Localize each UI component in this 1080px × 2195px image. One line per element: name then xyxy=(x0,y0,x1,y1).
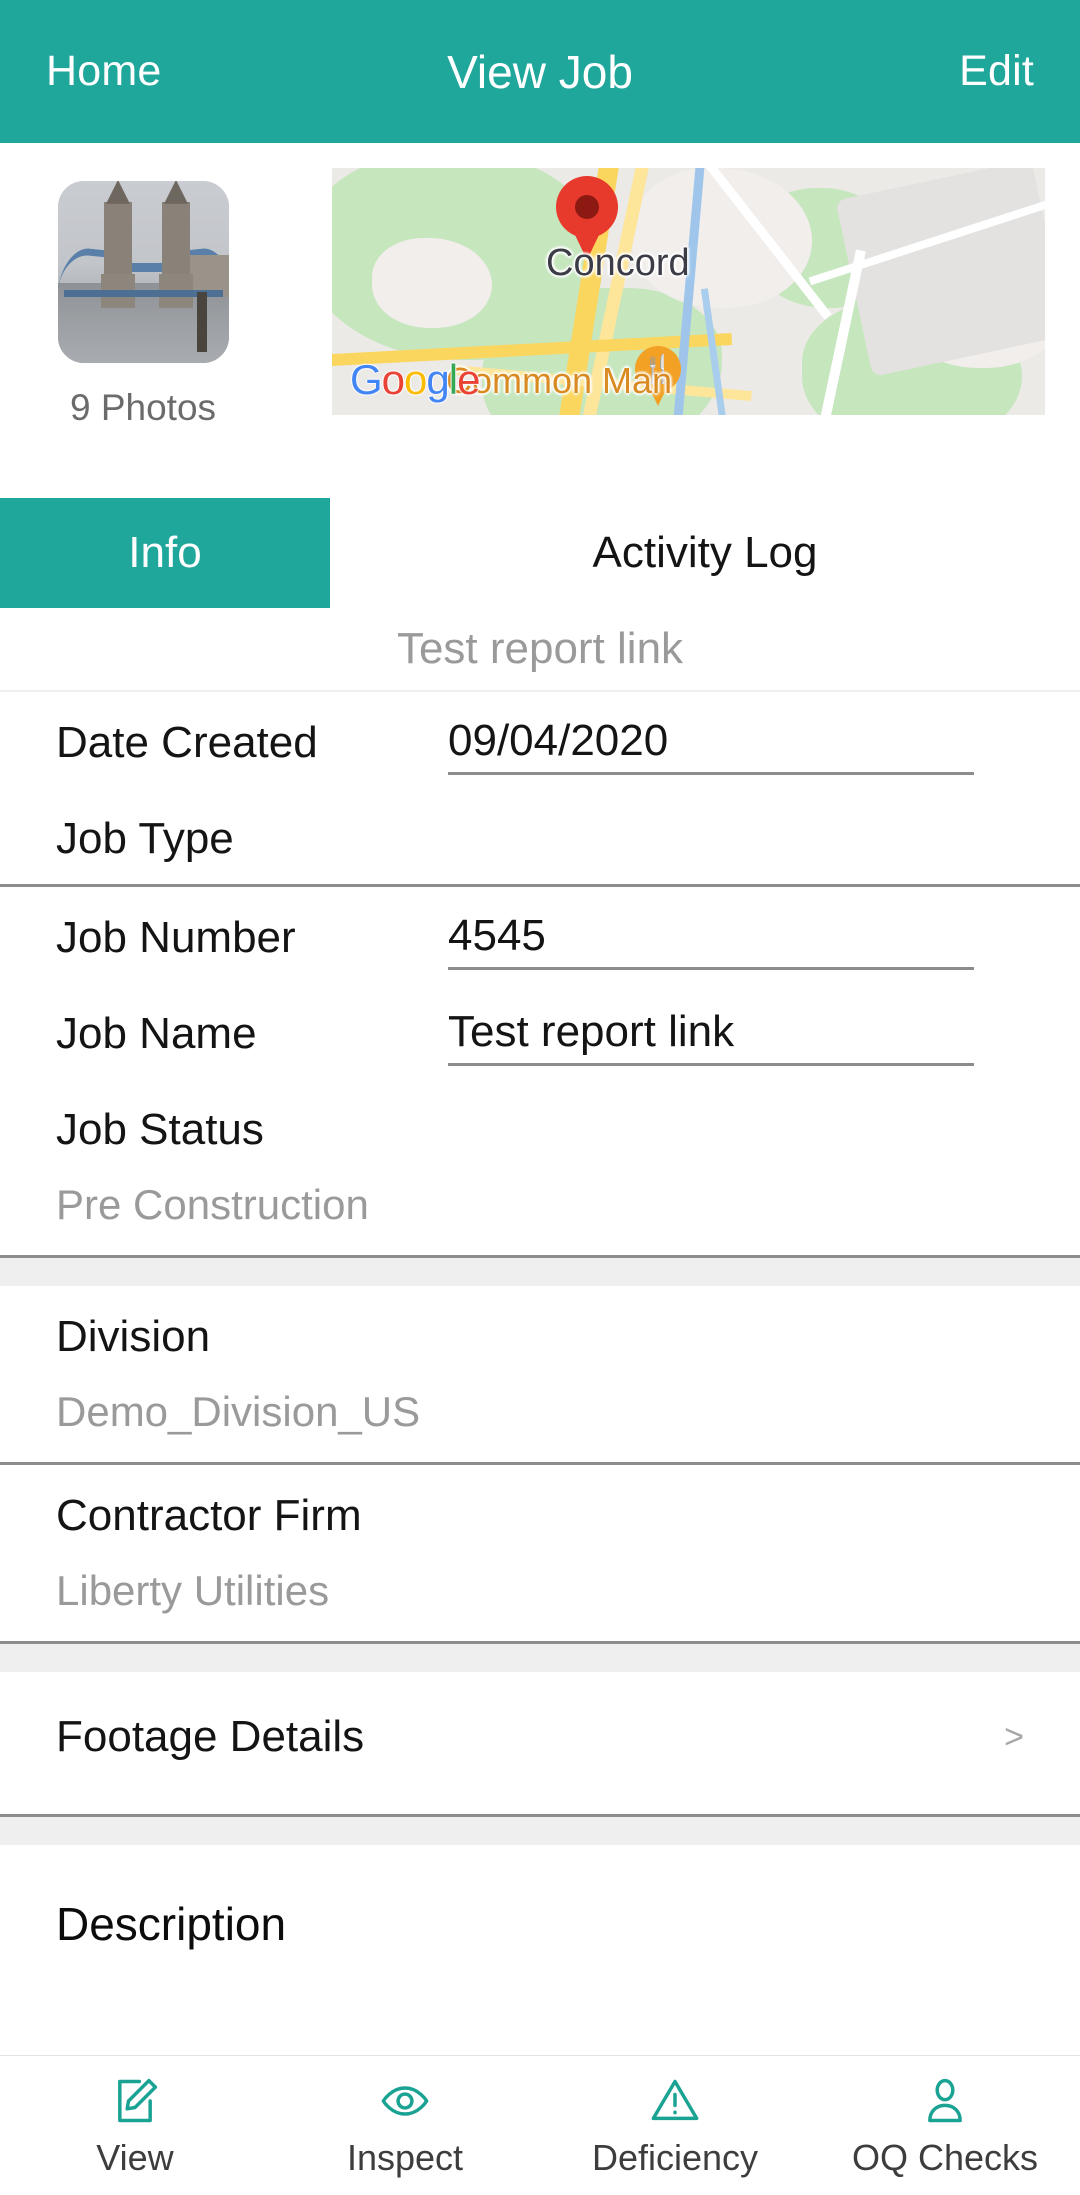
tab-activity-log[interactable]: Activity Log xyxy=(330,498,1080,608)
contractor-firm-value: Liberty Utilities xyxy=(56,1567,330,1614)
job-location-map[interactable]: Concord 🍴 Common Man Google xyxy=(332,168,1045,415)
google-logo-o2: o xyxy=(404,356,427,403)
field-value-wrap xyxy=(448,812,1024,866)
field-group-contractor: Contractor Firm Liberty Utilities xyxy=(0,1465,1080,1644)
footage-details-row[interactable]: Footage Details > xyxy=(0,1672,1080,1814)
field-job-name[interactable]: Job Name Test report link xyxy=(0,983,1080,1079)
field-label: Date Created xyxy=(56,718,318,767)
google-logo-l: l xyxy=(448,356,458,403)
field-date-created[interactable]: Date Created 09/04/2020 xyxy=(0,692,1080,788)
field-group-job: Job Number 4545 Job Name Test report lin… xyxy=(0,887,1080,1258)
field-value-wrap: 09/04/2020 xyxy=(448,716,1024,775)
media-section: 9 Photos Concord 🍴 Common Man Google xyxy=(0,143,1080,498)
form-title: Test report link xyxy=(0,608,1080,692)
field-group-dates: Date Created 09/04/2020 Job Type xyxy=(0,692,1080,887)
description-heading: Description xyxy=(56,1898,287,1950)
eye-icon xyxy=(379,2073,431,2129)
field-value-wrap: Test report link xyxy=(448,1007,1024,1066)
field-label: Division xyxy=(56,1312,211,1361)
bottom-navigation-bar: View Inspect Deficiency OQ Checks xyxy=(0,2055,1080,2195)
date-created-input[interactable]: 09/04/2020 xyxy=(448,716,974,775)
bottom-nav-label: Inspect xyxy=(346,2136,464,2178)
bottom-nav-inspect[interactable]: Inspect xyxy=(270,2056,540,2195)
person-icon xyxy=(919,2073,971,2129)
field-job-number[interactable]: Job Number 4545 xyxy=(0,887,1080,983)
job-name-input[interactable]: Test report link xyxy=(448,1007,974,1066)
google-logo-g1: G xyxy=(350,356,383,403)
job-photo-thumbnail[interactable] xyxy=(58,181,229,363)
job-status-value: Pre Construction xyxy=(56,1181,369,1228)
view-job-screen: Home View Job Edit 9 Photos Concord 🍴 Co… xyxy=(0,0,1080,2195)
edit-button[interactable]: Edit xyxy=(959,47,1034,96)
field-value-wrap: 4545 xyxy=(448,911,1024,970)
tab-bar: Info Activity Log xyxy=(0,498,1080,608)
photos-count-label[interactable]: 9 Photos xyxy=(0,387,286,429)
field-division[interactable]: Division Demo_Division_US xyxy=(0,1286,1080,1462)
warning-triangle-icon xyxy=(649,2073,701,2129)
field-group-division: Division Demo_Division_US xyxy=(0,1286,1080,1465)
map-poi-label: Common Man xyxy=(446,360,673,401)
thumbnail-post xyxy=(197,292,207,353)
bottom-nav-view[interactable]: View xyxy=(0,2056,270,2195)
bottom-nav-label: View xyxy=(96,2136,174,2178)
bottom-nav-label: OQ Checks xyxy=(851,2136,1039,2178)
info-panel: Test report link Date Created 09/04/2020… xyxy=(0,608,1080,1951)
map-pin-dot xyxy=(575,195,599,219)
field-label: Job Name xyxy=(56,1009,257,1058)
field-label: Job Number xyxy=(56,913,296,962)
field-job-status[interactable]: Job Status Pre Construction xyxy=(0,1079,1080,1255)
tab-info[interactable]: Info xyxy=(0,498,330,608)
map-city-label: Concord xyxy=(546,242,690,284)
division-value: Demo_Division_US xyxy=(56,1388,421,1435)
field-label: Job Status xyxy=(56,1105,264,1154)
field-contractor-firm[interactable]: Contractor Firm Liberty Utilities xyxy=(0,1465,1080,1641)
chevron-right-icon: > xyxy=(1004,1717,1024,1756)
edit-document-icon xyxy=(109,2073,161,2129)
field-group-footage: Footage Details > xyxy=(0,1672,1080,1817)
page-title: View Job xyxy=(447,45,633,98)
google-logo-e: e xyxy=(457,356,480,403)
bottom-nav-oq-checks[interactable]: OQ Checks xyxy=(810,2056,1080,2195)
field-label: Job Type xyxy=(56,814,234,863)
job-number-input[interactable]: 4545 xyxy=(448,911,974,970)
footage-details-label: Footage Details xyxy=(56,1712,365,1761)
app-header: Home View Job Edit xyxy=(0,0,1080,143)
google-logo-o1: o xyxy=(381,356,405,403)
section-gap xyxy=(0,1644,1080,1672)
section-gap xyxy=(0,1817,1080,1845)
google-logo: Google xyxy=(350,356,480,404)
google-logo-g2: g xyxy=(426,356,449,403)
bottom-nav-deficiency[interactable]: Deficiency xyxy=(540,2056,810,2195)
section-gap xyxy=(0,1258,1080,1286)
job-type-input[interactable] xyxy=(448,812,974,866)
map-urban-block xyxy=(835,168,1045,377)
map-land-area xyxy=(372,238,492,328)
bottom-nav-label: Deficiency xyxy=(591,2136,759,2178)
field-label: Contractor Firm xyxy=(56,1491,362,1540)
field-job-type[interactable]: Job Type xyxy=(0,788,1080,884)
back-home-button[interactable]: Home xyxy=(46,47,162,96)
